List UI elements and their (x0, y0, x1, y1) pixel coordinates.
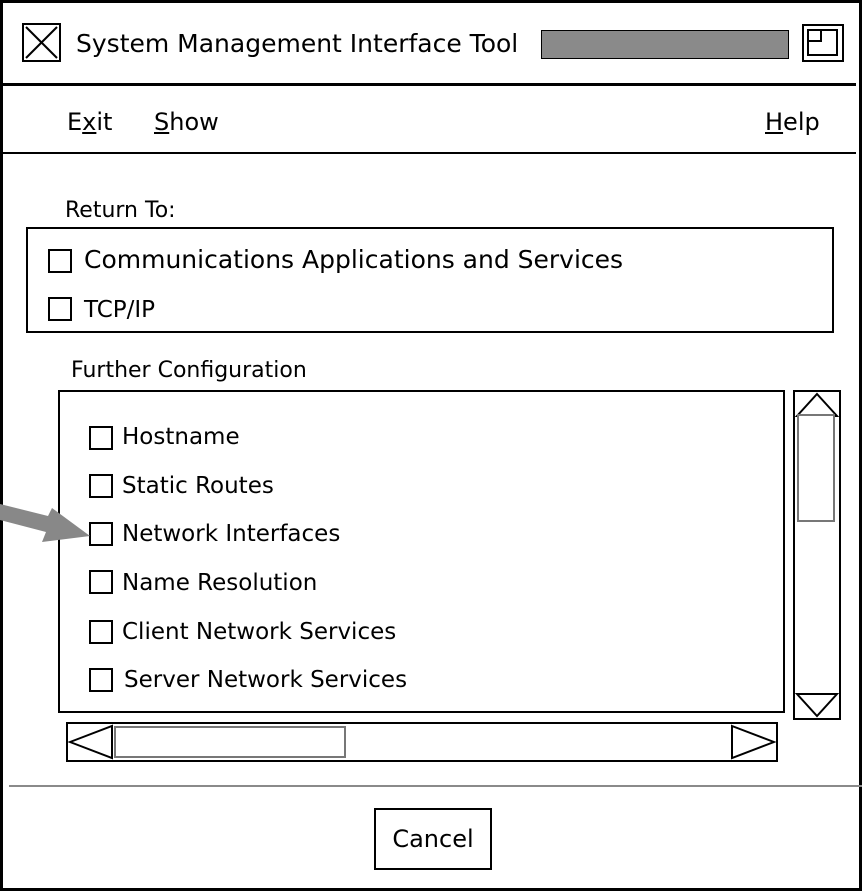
menu-exit-post: it (96, 108, 113, 136)
menu-show-post: how (169, 108, 219, 136)
arrow-right-icon (0, 504, 90, 542)
return-to-checkbox-communications[interactable] (48, 249, 72, 273)
return-to-label-communications[interactable]: Communications Applications and Services (84, 245, 623, 275)
menu-exit-pre: E (67, 108, 83, 136)
restore-glyph (807, 29, 838, 56)
triangle-right-icon[interactable] (730, 724, 776, 760)
x-close-icon (25, 26, 58, 59)
config-label-network-interfaces[interactable]: Network Interfaces (122, 519, 340, 549)
menu-help-mnemonic: H (765, 108, 784, 136)
menu-show[interactable]: Show (154, 106, 219, 138)
config-label-hostname[interactable]: Hostname (122, 422, 240, 452)
vertical-scroll-thumb[interactable] (797, 414, 835, 522)
title-bar-fill (541, 30, 789, 59)
config-checkbox-client-network-services[interactable] (89, 620, 113, 644)
config-label-static-routes[interactable]: Static Routes (122, 471, 274, 501)
further-configuration-label: Further Configuration (71, 358, 307, 383)
menubar-divider (3, 152, 856, 154)
close-icon[interactable] (22, 23, 61, 62)
config-label-client-network-services[interactable]: Client Network Services (122, 617, 396, 647)
return-to-checkbox-tcpip[interactable] (48, 297, 72, 321)
return-to-label: Return To: (65, 198, 176, 223)
menu-exit-mnemonic: x (82, 108, 97, 136)
config-label-server-network-services[interactable]: Server Network Services (124, 665, 407, 695)
window-restore-icon[interactable] (802, 24, 844, 62)
config-label-name-resolution[interactable]: Name Resolution (122, 568, 317, 598)
window-title: System Management Interface Tool (76, 29, 519, 58)
footer-divider (9, 785, 862, 787)
triangle-down-icon[interactable] (795, 692, 839, 718)
menu-help[interactable]: Help (765, 106, 820, 138)
menu-help-post: elp (783, 108, 820, 136)
triangle-left-icon[interactable] (68, 724, 114, 760)
cancel-button[interactable]: Cancel (374, 808, 492, 870)
config-checkbox-server-network-services[interactable] (89, 668, 113, 692)
horizontal-scroll-thumb[interactable] (114, 726, 346, 758)
return-to-label-tcpip[interactable]: TCP/IP (84, 295, 155, 325)
config-checkbox-static-routes[interactable] (89, 474, 113, 498)
config-checkbox-hostname[interactable] (89, 426, 113, 450)
menu-show-mnemonic: S (154, 108, 170, 136)
menu-exit[interactable]: Exit (67, 106, 112, 138)
config-checkbox-name-resolution[interactable] (89, 570, 113, 594)
